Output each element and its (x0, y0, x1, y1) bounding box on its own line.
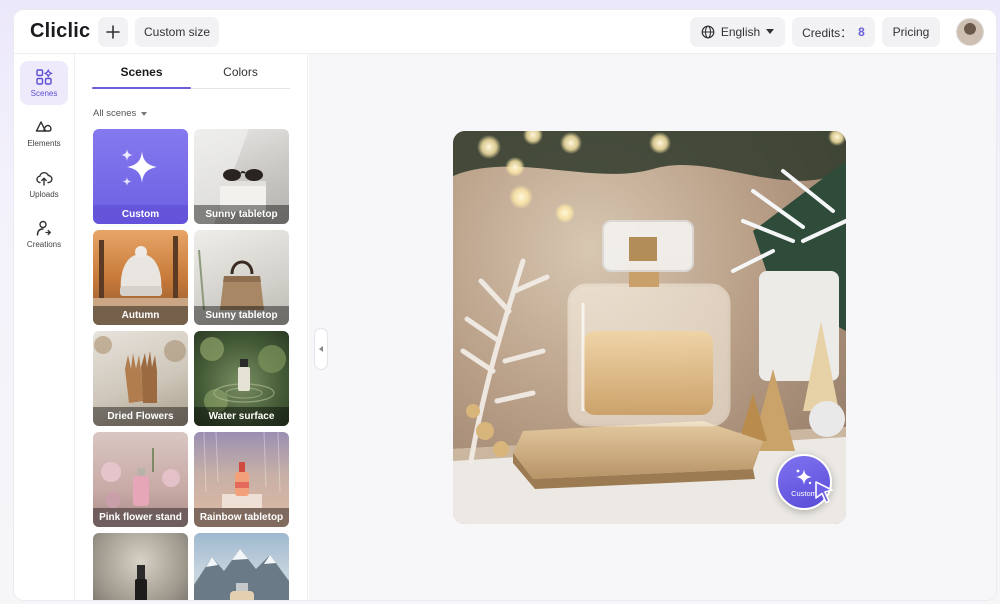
tile-label: Sunny tabletop (194, 205, 289, 224)
active-tab-indicator (92, 87, 191, 89)
rail-label: Uploads (29, 190, 59, 199)
logo[interactable]: Cliclic (30, 20, 90, 43)
sidebar-rail: Scenes Elements Uploads Creations (14, 54, 75, 600)
tab-colors[interactable]: Colors (191, 54, 290, 90)
credits-button[interactable]: Credits： 8 (792, 17, 875, 47)
rail-item-scenes[interactable]: Scenes (20, 61, 68, 105)
tile-label: Custom (93, 205, 188, 224)
tile-label: Water surface (194, 407, 289, 426)
cursor-icon (815, 481, 833, 504)
custom-size-button[interactable]: Custom size (135, 17, 219, 47)
tile-label: Rainbow tabletop (194, 508, 289, 527)
filter-label: All scenes (93, 108, 137, 119)
scene-tile-dried-flowers[interactable]: Dried Flowers (93, 331, 188, 426)
language-select[interactable]: English (690, 17, 785, 47)
globe-icon (701, 25, 715, 39)
mountain-perfume-image (194, 549, 289, 600)
chevron-left-icon (319, 346, 323, 352)
credits-count: 8 (858, 25, 865, 39)
tile-label: Sunny tabletop (194, 306, 289, 325)
app-window: Cliclic Custom size English Credits： 8 P… (14, 10, 996, 600)
language-label: English (720, 25, 761, 39)
scene-tile-water-surface[interactable]: Water surface (194, 331, 289, 426)
scene-filter-dropdown[interactable]: All scenes (93, 108, 148, 119)
panel-tabs: Scenes Colors (92, 54, 290, 90)
sparkle-icon (796, 468, 812, 485)
scene-tile-custom[interactable]: Custom (93, 129, 188, 224)
tile-label: Pink flower stand (93, 508, 188, 527)
rail-label: Elements (27, 139, 61, 148)
avatar[interactable] (956, 18, 984, 46)
scene-tile-rainbow-tabletop[interactable]: Rainbow tabletop (194, 432, 289, 527)
rail-item-creations[interactable]: Creations (20, 212, 68, 256)
scene-tile-autumn[interactable]: Autumn (93, 230, 188, 325)
scene-tile-sunny-tabletop-2[interactable]: Sunny tabletop (194, 230, 289, 325)
caret-down-icon (141, 111, 148, 116)
new-project-button[interactable] (98, 17, 128, 47)
collapse-panel-button[interactable] (314, 328, 328, 370)
cloud-upload-icon (36, 172, 53, 186)
shapes-icon (35, 121, 52, 132)
user-creations-icon (36, 220, 51, 236)
chevron-down-icon (766, 29, 775, 34)
scene-tile-pink-flower-stand[interactable]: Pink flower stand (93, 432, 188, 527)
rail-label: Scenes (30, 89, 58, 98)
credits-label: Credits： (802, 25, 853, 40)
top-bar: Cliclic Custom size English Credits： 8 P… (14, 10, 996, 54)
grid-apps-icon (36, 68, 53, 85)
scene-tile-sunny-tabletop[interactable]: Sunny tabletop (194, 129, 289, 224)
tile-label: Autumn (93, 306, 188, 325)
sparkle-icon (121, 149, 157, 186)
tile-label: Dried Flowers (93, 407, 188, 426)
rail-label: Creations (26, 240, 62, 249)
pricing-button[interactable]: Pricing (882, 17, 940, 47)
dark-bottle-image (135, 565, 147, 600)
rail-item-elements[interactable]: Elements (20, 111, 68, 155)
rail-item-uploads[interactable]: Uploads (20, 162, 68, 206)
plus-icon (106, 25, 120, 39)
scene-tile-mountain[interactable] (194, 533, 289, 600)
scene-panel: Scenes Colors All scenes Custom Sunny ta… (75, 54, 308, 600)
scene-tile-dark-bottle[interactable] (93, 533, 188, 600)
tab-scenes[interactable]: Scenes (92, 54, 191, 90)
